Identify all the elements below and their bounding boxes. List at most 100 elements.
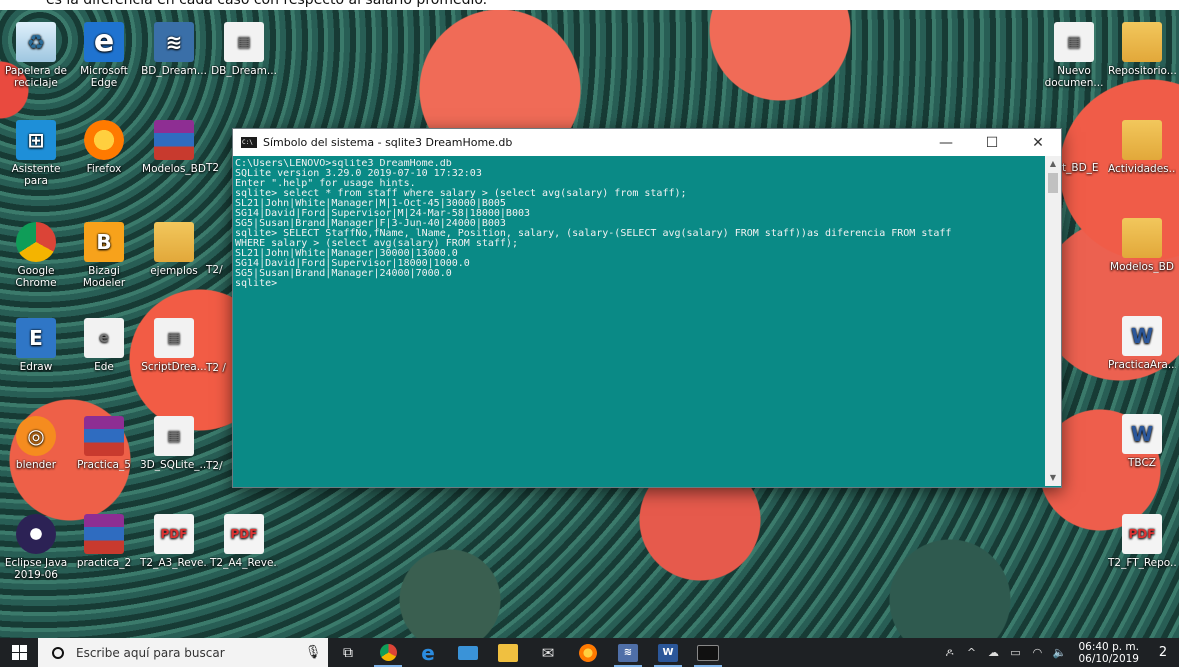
desktop-icon-label: Nuevo documen... — [1044, 65, 1104, 89]
taskbar-app-firefox[interactable] — [568, 638, 608, 667]
database-icon: ≋ — [618, 643, 638, 662]
partial-label-text: T2 — [206, 162, 220, 174]
window-titlebar[interactable]: C:\ Símbolo del sistema - sqlite3 DreamH… — [233, 129, 1061, 156]
desktop-icon-label: Asistente para actual... — [11, 163, 61, 187]
desktop-icon-bd-dream[interactable]: ≋ BD_Dream... — [140, 22, 208, 77]
taskbar-app-word[interactable]: W — [648, 638, 688, 667]
search-box[interactable]: Escribe aquí para buscar 🎙 — [38, 638, 328, 667]
desktop-icon-t2-a4[interactable]: PDF T2_A4_Reve... — [210, 514, 278, 569]
taskbar-app-file-explorer[interactable] — [448, 638, 488, 667]
desktop-icon-recycle-bin[interactable]: ♻ Papelera de reciclaje — [2, 22, 70, 89]
taskbar-app-mail[interactable]: ✉ — [528, 638, 568, 667]
desktop-icon-edraw[interactable]: E Edraw — [2, 318, 70, 373]
document-icon: ▤ — [224, 22, 264, 62]
folder-icon — [1122, 120, 1162, 160]
wifi-icon[interactable]: ◠ — [1026, 646, 1048, 659]
pdf-icon: PDF — [224, 514, 264, 554]
desktop-icon-label: Firefox — [86, 163, 122, 175]
command-prompt-window[interactable]: C:\ Símbolo del sistema - sqlite3 DreamH… — [232, 128, 1062, 488]
desktop-icon-ede[interactable]: e Ede — [70, 318, 138, 373]
desktop-icon-label: DB_Dream... — [211, 65, 277, 77]
windows-icon: ⊞ — [16, 120, 56, 160]
volume-icon[interactable]: 🔈 — [1048, 646, 1070, 659]
taskbar-app-store[interactable] — [488, 638, 528, 667]
desktop-icon-label: Papelera de reciclaje — [4, 65, 67, 89]
desktop-icon-practica-2[interactable]: practica_2 — [70, 514, 138, 569]
battery-icon[interactable]: ▭ — [1004, 646, 1026, 659]
desktop-icon-3d-sqlite[interactable]: ▤ 3D_SQLite_... — [140, 416, 208, 471]
document-icon: ▤ — [1054, 22, 1094, 62]
desktop-icon-label: Eclipse Java 2019-06 — [4, 557, 68, 581]
desktop-icon-actividades[interactable]: Actividades... — [1108, 120, 1176, 175]
cmd-icon — [697, 644, 719, 661]
winrar-icon — [154, 120, 194, 160]
desktop-icon-practica-5[interactable]: Practica_5 — [70, 416, 138, 471]
chrome-icon — [16, 222, 56, 262]
onedrive-cloud-icon[interactable]: ☁ — [982, 646, 1004, 659]
database-icon: ≋ — [154, 22, 194, 62]
microphone-icon[interactable]: 🎙 — [298, 645, 328, 660]
folder-icon — [1122, 22, 1162, 62]
file-explorer-icon — [458, 645, 478, 660]
desktop-icon-label: 3D_SQLite_... — [140, 459, 208, 471]
document-icon: ▤ — [154, 416, 194, 456]
desktop-icon-eclipse[interactable]: Eclipse Java 2019-06 — [2, 514, 70, 581]
desktop-icon-blender[interactable]: ◎ blender — [2, 416, 70, 471]
desktop-icon-label: Actividades... — [1108, 163, 1176, 175]
scroll-thumb[interactable] — [1048, 173, 1058, 193]
recycle-bin-icon: ♻ — [16, 22, 56, 62]
pdf-icon: PDF — [1122, 514, 1162, 554]
desktop-icon-firefox[interactable]: Firefox — [70, 120, 138, 175]
people-icon[interactable]: ዶ — [938, 646, 960, 660]
desktop-icon-scriptdrea[interactable]: ▤ ScriptDrea... — [140, 318, 208, 373]
taskbar: Escribe aquí para buscar 🎙 ⧉ e ✉ ≋ W ዶ ^… — [0, 638, 1179, 667]
minimize-button[interactable]: — — [923, 129, 969, 156]
desktop-icon-label: ejemplos — [150, 265, 198, 277]
taskbar-app-edge[interactable]: e — [408, 638, 448, 667]
clock[interactable]: 06:40 p. m. 06/10/2019 — [1070, 641, 1147, 665]
partial-icon-label[interactable]: t_BD_E — [1062, 162, 1102, 174]
folder-icon — [1122, 218, 1162, 258]
desktop-icon-chrome[interactable]: Google Chrome — [2, 222, 70, 289]
desktop-icon-label: PracticaAra... — [1108, 359, 1176, 371]
chevron-up-icon[interactable]: ^ — [960, 646, 982, 659]
scroll-down-icon[interactable]: ▼ — [1045, 470, 1061, 486]
notification-center-icon[interactable]: 2 — [1147, 645, 1179, 660]
desktop-icon-bizagi[interactable]: B Bizagi Modeler — [70, 222, 138, 289]
desktop-icon-label: ScriptDrea... — [141, 361, 207, 373]
close-button[interactable]: ✕ — [1015, 129, 1061, 156]
blender-icon: ◎ — [16, 416, 56, 456]
desktop-icon-update-assistant[interactable]: ⊞ Asistente para actual... — [2, 120, 70, 187]
desktop-icon-practica-ara[interactable]: W PracticaAra... — [1108, 316, 1176, 371]
edge-doc-icon: e — [84, 318, 124, 358]
start-button[interactable] — [0, 638, 38, 667]
desktop-icon-t2-ft-repo[interactable]: PDF T2_FT_Repo... — [1108, 514, 1176, 569]
desktop-icon-label: Google Chrome — [15, 265, 57, 289]
desktop-icon-edge[interactable]: e Microsoft Edge — [70, 22, 138, 89]
desktop-icon-t2-a3[interactable]: PDF T2_A3_Reve... — [140, 514, 208, 569]
desktop-icon-label: T2_FT_Repo... — [1108, 557, 1176, 569]
desktop-icon-repositorio[interactable]: Repositorio... — [1108, 22, 1176, 77]
task-view-button[interactable]: ⧉ — [328, 638, 368, 667]
taskbar-app-database[interactable]: ≋ — [608, 638, 648, 667]
vertical-scrollbar[interactable]: ▲ ▼ — [1045, 156, 1061, 486]
desktop-icon-label: TBCZ — [1128, 457, 1156, 469]
taskbar-app-cmd[interactable] — [688, 638, 728, 667]
desktop-icon-modelos-bd-rar[interactable]: Modelos_BD — [140, 120, 208, 175]
desktop-icon-label: BD_Dream... — [141, 65, 207, 77]
store-icon — [498, 643, 518, 662]
desktop-icon-nuevo-documento[interactable]: ▤ Nuevo documen... — [1040, 22, 1108, 89]
taskbar-app-chrome[interactable] — [368, 638, 408, 667]
desktop-icon-modelos-bd[interactable]: Modelos_BD — [1108, 218, 1176, 273]
scroll-up-icon[interactable]: ▲ — [1045, 156, 1061, 172]
desktop-icon-db-dream[interactable]: ▤ DB_Dream... — [210, 22, 278, 77]
desktop-icon-ejemplos[interactable]: ejemplos — [140, 222, 208, 277]
desktop-icon-label: Practica_5 — [77, 459, 131, 471]
edge-icon: e — [84, 22, 124, 62]
partial-label-text: t_BD_E — [1062, 162, 1099, 174]
clock-date: 06/10/2019 — [1078, 652, 1139, 665]
terminal-output[interactable]: C:\Users\LENOVO>sqlite3 DreamHome.db SQLi… — [235, 159, 1043, 483]
desktop-icon-tbcz[interactable]: W TBCZ — [1108, 414, 1176, 469]
maximize-button[interactable]: ☐ — [969, 129, 1015, 156]
desktop-icon-label: practica_2 — [76, 557, 132, 569]
